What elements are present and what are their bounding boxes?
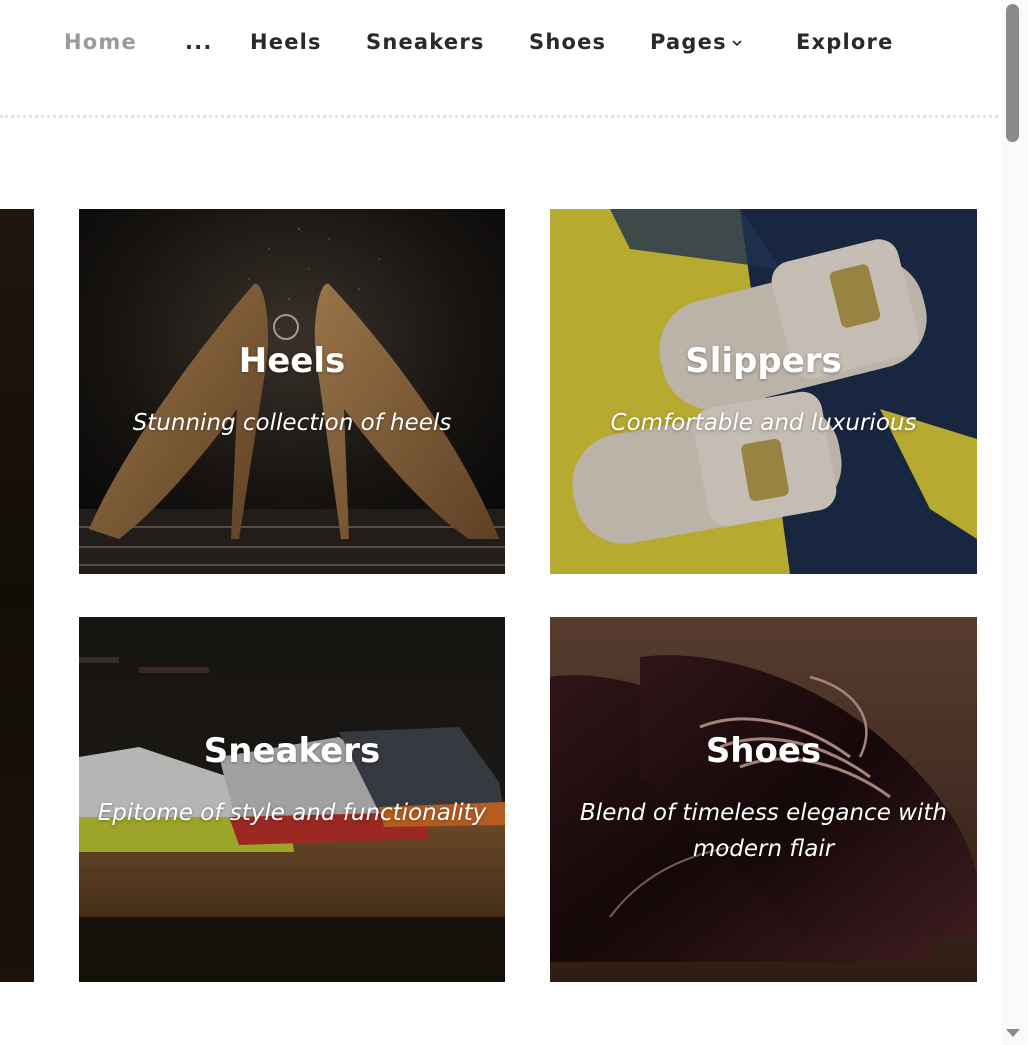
nav-heels[interactable]: Heels xyxy=(250,30,322,54)
scrollbar-thumb[interactable] xyxy=(1006,4,1019,142)
nav-pages[interactable]: Pages xyxy=(650,30,743,54)
card-subtitle: Blend of timeless elegance with modern f… xyxy=(580,800,947,862)
category-card-slippers[interactable]: Slippers Comfortable and luxurious xyxy=(550,209,977,574)
card-title: Sneakers xyxy=(203,731,381,771)
card-title: Shoes xyxy=(705,731,822,771)
nav-explore[interactable]: Explore xyxy=(796,30,894,54)
main-nav: Home ... Heels Sneakers Shoes Pages Expl… xyxy=(0,0,1000,90)
slippers-photo xyxy=(550,209,977,574)
chevron-down-icon xyxy=(732,40,742,47)
category-card-heels[interactable]: Heels Stunning collection of heels xyxy=(79,209,505,574)
card-title: Slippers xyxy=(685,341,842,381)
card-subtitle: Stunning collection of heels xyxy=(132,410,452,436)
scroll-down-arrow-icon[interactable] xyxy=(1004,1027,1022,1039)
nav-home[interactable]: Home xyxy=(64,30,137,54)
nav-more[interactable]: ... xyxy=(185,30,213,54)
nav-shoes[interactable]: Shoes xyxy=(529,30,606,54)
card-subtitle: Epitome of style and functionality xyxy=(97,800,487,826)
nav-divider xyxy=(0,115,998,118)
category-card-sneakers[interactable]: Sneakers Epitome of style and functional… xyxy=(79,617,505,982)
category-card-shoes[interactable]: Shoes Blend of timeless elegance with mo… xyxy=(550,617,977,982)
vertical-scrollbar[interactable] xyxy=(1001,0,1028,1045)
card-title: Heels xyxy=(238,341,346,381)
card-subtitle: Comfortable and luxurious xyxy=(610,410,917,436)
heels-photo xyxy=(79,209,505,574)
nav-pages-label: Pages xyxy=(650,30,727,54)
previous-card-edge[interactable] xyxy=(0,209,34,982)
nav-sneakers[interactable]: Sneakers xyxy=(366,30,485,54)
